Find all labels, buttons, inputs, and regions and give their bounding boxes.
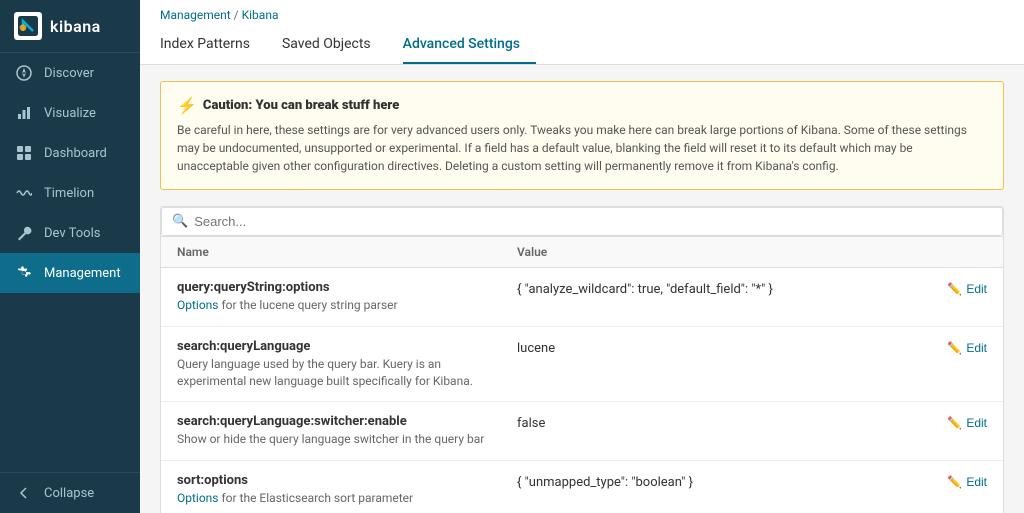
collapse-label: Collapse: [44, 486, 94, 501]
caution-title-text: Caution: You can break stuff here: [203, 98, 399, 113]
col-value-header: Value: [517, 245, 987, 259]
sidebar-item-timelion[interactable]: Timelion: [0, 173, 140, 213]
sidebar-item-visualize[interactable]: Visualize: [0, 93, 140, 133]
gear-icon: [14, 263, 34, 283]
setting-name-col: search:queryLanguage:switcher:enable Sho…: [177, 414, 517, 448]
sidebar-logo[interactable]: kibana: [0, 0, 140, 53]
setting-name-col: query:queryString:options Options for th…: [177, 280, 517, 314]
setting-name: search:queryLanguage: [177, 339, 501, 354]
search-container: 🔍: [161, 207, 1003, 236]
pencil-icon: ✏️: [947, 475, 962, 489]
main-content: Management / Kibana Index Patterns Saved…: [140, 0, 1024, 513]
sidebar-item-dashboard-label: Dashboard: [44, 146, 107, 161]
setting-desc-link[interactable]: Options: [177, 298, 219, 312]
content-area: ⚡ Caution: You can break stuff here Be c…: [140, 65, 1024, 513]
tab-index-patterns[interactable]: Index Patterns: [160, 26, 266, 64]
pencil-icon: ✏️: [947, 282, 962, 296]
setting-name: query:queryString:options: [177, 280, 501, 295]
setting-name-col: sort:options Options for the Elasticsear…: [177, 473, 517, 507]
sidebar-item-management-label: Management: [44, 266, 121, 281]
wrench-icon: [14, 223, 34, 243]
setting-desc-text: for the lucene query string parser: [219, 298, 398, 312]
edit-button[interactable]: ✏️ Edit: [931, 414, 987, 430]
wave-icon: [14, 183, 34, 203]
caution-title: ⚡ Caution: You can break stuff here: [177, 96, 987, 115]
caution-text: Be careful in here, these settings are f…: [177, 121, 987, 175]
compass-icon: [14, 63, 34, 83]
sidebar-item-devtools-label: Dev Tools: [44, 226, 100, 241]
setting-desc: Query language used by the query bar. Ku…: [177, 356, 501, 390]
setting-desc: Show or hide the query language switcher…: [177, 431, 501, 448]
lightning-icon: ⚡: [177, 96, 197, 115]
bar-chart-icon: [14, 103, 34, 123]
settings-table-header: Name Value: [161, 237, 1003, 268]
setting-value: lucene: [517, 339, 931, 356]
setting-name: sort:options: [177, 473, 501, 488]
setting-value-col: { "unmapped_type": "boolean" } ✏️ Edit: [517, 473, 987, 490]
table-row: query:queryString:options Options for th…: [161, 268, 1003, 327]
setting-value: { "unmapped_type": "boolean" }: [517, 473, 931, 490]
breadcrumb-management[interactable]: Management: [160, 8, 231, 22]
caution-box: ⚡ Caution: You can break stuff here Be c…: [160, 81, 1004, 190]
pencil-icon: ✏️: [947, 416, 962, 430]
edit-label: Edit: [966, 282, 987, 296]
page-header: Management / Kibana Index Patterns Saved…: [140, 0, 1024, 65]
sidebar-item-discover[interactable]: Discover: [0, 53, 140, 93]
settings-table: Name Value query:queryString:options Opt…: [160, 237, 1004, 513]
breadcrumb-separator: /: [231, 8, 242, 22]
table-row: search:queryLanguage:switcher:enable Sho…: [161, 402, 1003, 461]
edit-label: Edit: [966, 416, 987, 430]
edit-label: Edit: [966, 475, 987, 489]
setting-desc-text: for the Elasticsearch sort parameter: [219, 491, 414, 505]
sidebar: kibana Discover Visualize: [0, 0, 140, 513]
setting-value: { "analyze_wildcard": true, "default_fie…: [517, 280, 931, 297]
edit-button[interactable]: ✏️ Edit: [931, 473, 987, 489]
breadcrumb-kibana[interactable]: Kibana: [242, 8, 279, 22]
tabs: Index Patterns Saved Objects Advanced Se…: [160, 26, 1004, 64]
setting-value-col: { "analyze_wildcard": true, "default_fie…: [517, 280, 987, 297]
edit-label: Edit: [966, 341, 987, 355]
pencil-icon: ✏️: [947, 341, 962, 355]
search-input[interactable]: [194, 214, 992, 229]
setting-name-col: search:queryLanguage Query language used…: [177, 339, 517, 390]
tab-saved-objects[interactable]: Saved Objects: [282, 26, 387, 64]
collapse-button[interactable]: Collapse: [0, 472, 140, 513]
setting-name: search:queryLanguage:switcher:enable: [177, 414, 501, 429]
table-row: sort:options Options for the Elasticsear…: [161, 461, 1003, 513]
dashboard-icon: [14, 143, 34, 163]
sidebar-item-management[interactable]: Management: [0, 253, 140, 293]
kibana-logo-text: kibana: [50, 17, 101, 36]
setting-desc-text: Show or hide the query language switcher…: [177, 432, 484, 446]
setting-value: false: [517, 414, 931, 431]
search-wrapper: 🔍: [160, 206, 1004, 237]
setting-desc-text: Query language used by the query bar. Ku…: [177, 357, 473, 388]
tab-advanced-settings[interactable]: Advanced Settings: [403, 26, 536, 64]
chevron-left-icon: [14, 483, 34, 503]
sidebar-item-timelion-label: Timelion: [44, 186, 94, 201]
sidebar-item-discover-label: Discover: [44, 66, 94, 81]
setting-desc: Options for the lucene query string pars…: [177, 297, 501, 314]
setting-value-col: lucene ✏️ Edit: [517, 339, 987, 356]
sidebar-item-visualize-label: Visualize: [44, 106, 96, 121]
setting-desc-link[interactable]: Options: [177, 491, 219, 505]
breadcrumb: Management / Kibana: [160, 0, 1004, 22]
sidebar-item-devtools[interactable]: Dev Tools: [0, 213, 140, 253]
sidebar-nav: Discover Visualize Dashboar: [0, 53, 140, 472]
table-row: search:queryLanguage Query language used…: [161, 327, 1003, 403]
setting-desc: Options for the Elasticsearch sort param…: [177, 490, 501, 507]
setting-value-col: false ✏️ Edit: [517, 414, 987, 431]
col-name-header: Name: [177, 245, 517, 259]
edit-button[interactable]: ✏️ Edit: [931, 280, 987, 296]
search-icon: 🔍: [172, 214, 188, 229]
sidebar-item-dashboard[interactable]: Dashboard: [0, 133, 140, 173]
edit-button[interactable]: ✏️ Edit: [931, 339, 987, 355]
kibana-logo-icon: [14, 12, 42, 40]
